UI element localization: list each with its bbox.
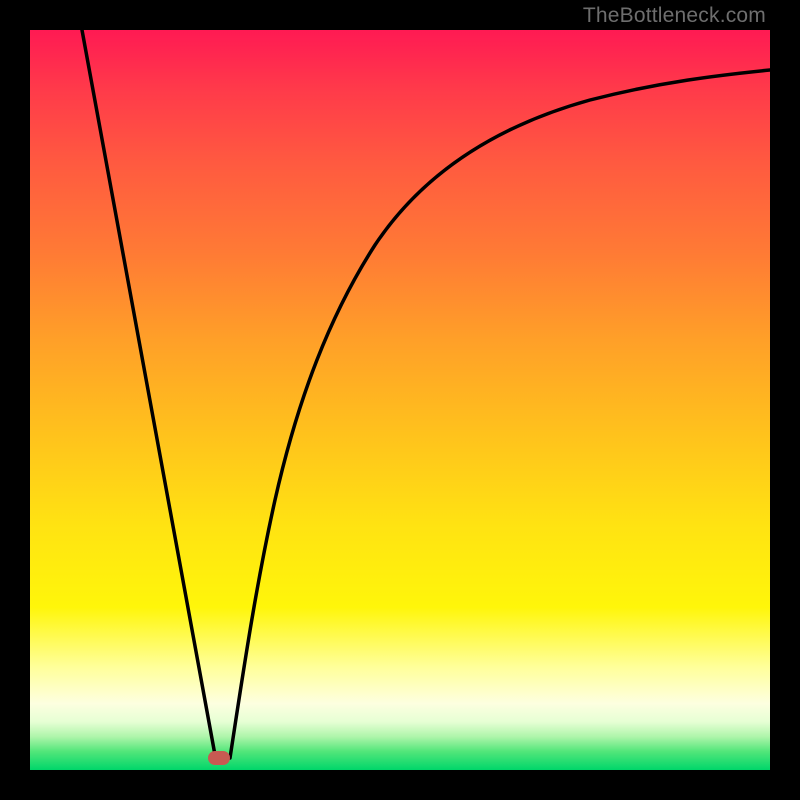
curve-right-branch <box>230 70 770 758</box>
trough-marker <box>208 751 230 765</box>
bottleneck-curve <box>30 30 770 770</box>
curve-left-branch <box>82 30 215 755</box>
watermark-text: TheBottleneck.com <box>583 4 766 28</box>
chart-frame: TheBottleneck.com <box>0 0 800 800</box>
plot-area <box>30 30 770 770</box>
